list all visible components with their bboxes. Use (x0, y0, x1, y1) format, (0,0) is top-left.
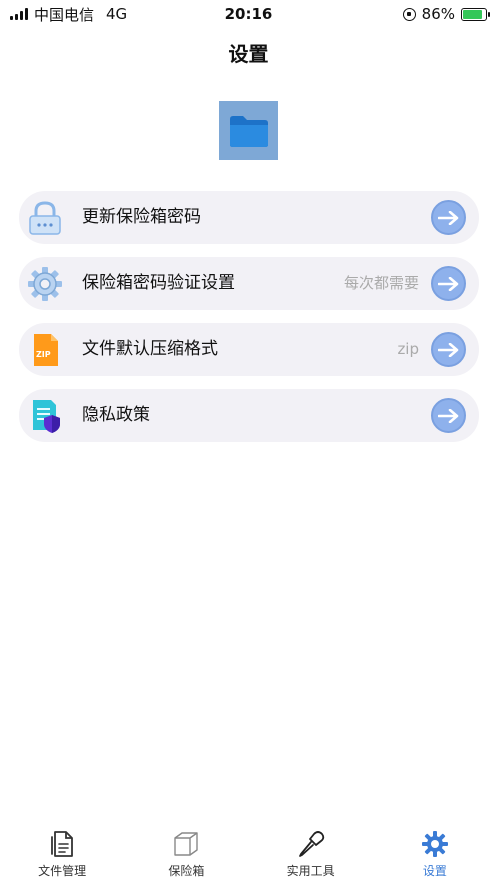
page-title: 设置 (228, 42, 269, 66)
settings-item-label: 更新保险箱密码 (82, 207, 201, 227)
zip-icon-text: ZIP (36, 350, 51, 359)
folder-icon (219, 101, 278, 160)
settings-item-label: 保险箱密码验证设置 (82, 273, 235, 293)
signal-icon (10, 8, 28, 20)
settings-item-compression-format[interactable]: ZIP 文件默认压缩格式 zip (19, 323, 479, 376)
battery-percent: 86% (421, 5, 455, 23)
settings-item-privacy-policy[interactable]: 隐私政策 (19, 389, 479, 442)
arrow-right-icon[interactable] (431, 398, 466, 433)
box-icon (172, 830, 200, 858)
settings-item-update-password[interactable]: 更新保险箱密码 (19, 191, 479, 244)
carrier-label: 中国电信 (34, 5, 95, 24)
zip-file-icon: ZIP (27, 332, 63, 368)
tab-vault[interactable]: 保险箱 (126, 822, 246, 879)
tab-utilities[interactable]: 实用工具 (251, 822, 371, 879)
battery-fill (463, 9, 482, 19)
tab-label: 设置 (422, 864, 447, 878)
tab-label: 文件管理 (38, 864, 87, 878)
tab-bar: 文件管理 保险箱 实用工具 设置 (0, 822, 497, 883)
status-right: 86% (402, 5, 490, 23)
arrow-right-icon[interactable] (431, 332, 466, 367)
tab-settings[interactable]: 设置 (375, 822, 495, 879)
settings-item-label: 文件默认压缩格式 (82, 339, 218, 359)
battery-icon (461, 7, 490, 21)
arrow-right-icon[interactable] (431, 200, 466, 235)
privacy-shield-icon (27, 398, 63, 434)
screwdriver-icon (297, 830, 325, 858)
status-bar: 中国电信 4G 20:16 86% (0, 0, 497, 28)
tab-label: 实用工具 (286, 864, 335, 878)
network-label: 4G (106, 5, 128, 23)
settings-item-password-verification[interactable]: 保险箱密码验证设置 每次都需要 (19, 257, 479, 310)
tab-file-management[interactable]: 文件管理 (2, 822, 122, 879)
rotation-lock-icon (402, 7, 416, 21)
settings-item-label: 隐私政策 (82, 405, 150, 425)
settings-item-value: zip (397, 340, 419, 358)
arrow-right-icon[interactable] (431, 266, 466, 301)
settings-item-value: 每次都需要 (343, 274, 419, 292)
gear-icon (421, 830, 449, 858)
lock-icon (27, 200, 63, 236)
tab-label: 保险箱 (168, 864, 205, 878)
file-document-icon (48, 830, 76, 858)
gear-icon (27, 266, 63, 302)
status-left: 中国电信 4G (10, 4, 127, 25)
